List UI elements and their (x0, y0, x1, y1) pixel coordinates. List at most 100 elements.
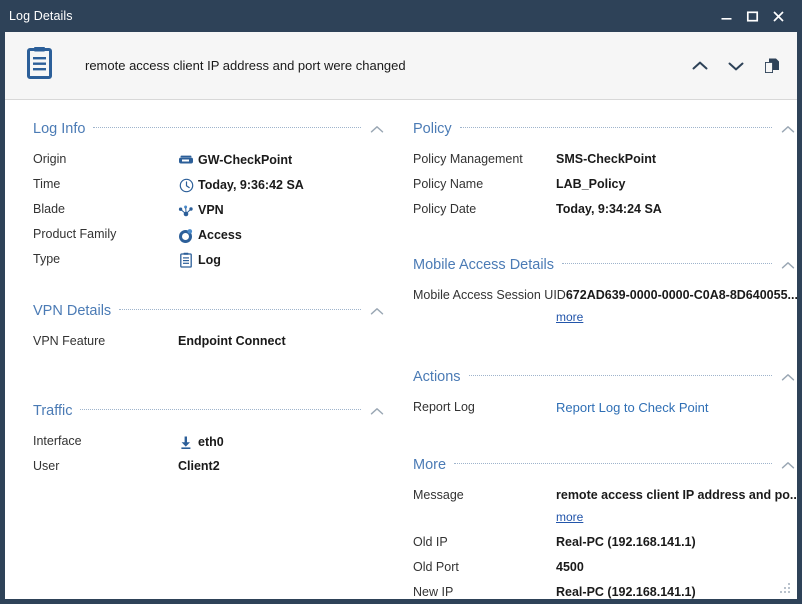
field-label: Message (413, 485, 556, 502)
chevron-up-icon[interactable] (778, 457, 797, 473)
field-time: Time Today, 9:36:42 SA (33, 174, 387, 199)
field-label: Blade (33, 199, 178, 216)
field-value-text: Client2 (178, 459, 220, 473)
section-title: VPN Details (33, 303, 119, 319)
chevron-up-icon[interactable] (778, 121, 797, 137)
section-divider (454, 463, 772, 464)
log-clipboard-icon (23, 45, 57, 86)
field-label: Type (33, 249, 178, 266)
event-header: remote access client IP address and port… (5, 32, 797, 100)
chevron-down-icon[interactable] (725, 55, 747, 77)
chevron-up-icon[interactable] (778, 257, 797, 273)
section-divider (469, 375, 772, 376)
field-label: User (33, 456, 178, 473)
log-icon (178, 252, 194, 268)
section-title: More (413, 457, 454, 473)
field-value-text: eth0 (198, 435, 224, 449)
field-policy-name: Policy Name LAB_Policy (413, 174, 797, 199)
section-title: Policy (413, 121, 460, 137)
field-blade: Blade VPN (33, 199, 387, 224)
section-actions: Actions Report Log Report Log to Check P… (413, 364, 797, 422)
minimize-icon[interactable] (713, 4, 739, 28)
section-divider (80, 409, 361, 410)
chevron-up-icon[interactable] (689, 55, 711, 77)
gateway-icon (178, 152, 194, 168)
chevron-up-icon[interactable] (778, 369, 797, 385)
field-value-text: Log (198, 253, 221, 267)
section-header-vpn-details[interactable]: VPN Details (33, 298, 387, 324)
section-header-more[interactable]: More (413, 452, 797, 478)
field-value: 672AD639-0000-0000-C0A8-8D640055... (566, 285, 797, 302)
field-value: Endpoint Connect (178, 331, 286, 348)
field-value-text: Today, 9:36:42 SA (198, 178, 304, 192)
field-value: GW-CheckPoint (178, 149, 292, 168)
message-more-row: more (413, 510, 797, 532)
field-vpn-feature: VPN Feature Endpoint Connect (33, 331, 387, 356)
section-divider (460, 127, 772, 128)
log-details-window: Log Details remote access client I (0, 0, 802, 604)
section-header-traffic[interactable]: Traffic (33, 398, 387, 424)
row-spacer (413, 310, 556, 332)
field-policy-management: Policy Management SMS-CheckPoint (413, 149, 797, 174)
field-value: remote access client IP address and po.. (556, 485, 797, 502)
field-value: SMS-CheckPoint (556, 149, 656, 166)
window-frame: remote access client IP address and port… (0, 32, 797, 599)
field-new-ip: New IP Real-PC (192.168.141.1) (413, 582, 797, 599)
clock-icon (178, 177, 194, 193)
right-column: Policy Policy Management SMS-CheckPoint … (401, 116, 797, 598)
left-column: Log Info Origin (5, 116, 401, 598)
event-title: remote access client IP address and port… (85, 58, 689, 73)
field-label: Origin (33, 149, 178, 166)
section-header-policy[interactable]: Policy (413, 116, 797, 142)
more-link[interactable]: more (556, 310, 583, 332)
field-value: eth0 (178, 431, 224, 450)
maximize-icon[interactable] (739, 4, 765, 28)
report-log-link[interactable]: Report Log to Check Point (556, 397, 708, 415)
field-label: Old Port (413, 557, 556, 574)
section-gap (33, 362, 387, 398)
event-actions (689, 55, 783, 77)
field-label: Report Log (413, 397, 556, 414)
more-link[interactable]: more (556, 510, 583, 532)
field-label: Old IP (413, 532, 556, 549)
field-product-family: Product Family Access (33, 224, 387, 249)
field-value: 4500 (556, 557, 584, 574)
close-icon[interactable] (765, 4, 791, 28)
field-mobile-access-session-uid: Mobile Access Session UID 672AD639-0000-… (413, 285, 797, 310)
section-title: Log Info (33, 121, 93, 137)
window-titlebar[interactable]: Log Details (0, 0, 797, 32)
section-title: Traffic (33, 403, 80, 419)
section-divider (562, 263, 772, 264)
field-value: Access (178, 224, 242, 243)
section-mobile-access-details: Mobile Access Details Mobile Access Sess… (413, 252, 797, 332)
field-type: Type Log (33, 249, 387, 274)
row-spacer (413, 510, 556, 532)
chevron-up-icon[interactable] (367, 303, 387, 319)
field-label: Mobile Access Session UID (413, 285, 566, 302)
chevron-up-icon[interactable] (367, 403, 387, 419)
section-gap (413, 428, 797, 452)
section-traffic: Traffic Interface (33, 398, 387, 481)
field-label: Policy Management (413, 149, 556, 166)
section-header-log-info[interactable]: Log Info (33, 116, 387, 142)
field-origin: Origin GW-CheckPoint (33, 149, 387, 174)
field-value-text: Endpoint Connect (178, 334, 286, 348)
field-interface: Interface eth0 (33, 431, 387, 456)
field-label: VPN Feature (33, 331, 178, 348)
chevron-up-icon[interactable] (367, 121, 387, 137)
field-report-log: Report Log Report Log to Check Point (413, 397, 797, 422)
field-label: Policy Name (413, 174, 556, 191)
section-header-mobile-access-details[interactable]: Mobile Access Details (413, 252, 797, 278)
field-value: LAB_Policy (556, 174, 625, 191)
resize-grip[interactable] (776, 579, 790, 593)
field-label: Time (33, 174, 178, 191)
field-value: Real-PC (192.168.141.1) (556, 582, 696, 599)
section-log-info: Log Info Origin (33, 116, 387, 274)
field-label: Interface (33, 431, 178, 448)
field-label: New IP (413, 582, 556, 599)
field-value: Real-PC (192.168.141.1) (556, 532, 696, 549)
copy-icon[interactable] (761, 55, 783, 77)
field-policy-date: Policy Date Today, 9:34:24 SA (413, 199, 797, 224)
section-header-actions[interactable]: Actions (413, 364, 797, 390)
section-vpn-details: VPN Details VPN Feature Endpoint Connect (33, 298, 387, 356)
